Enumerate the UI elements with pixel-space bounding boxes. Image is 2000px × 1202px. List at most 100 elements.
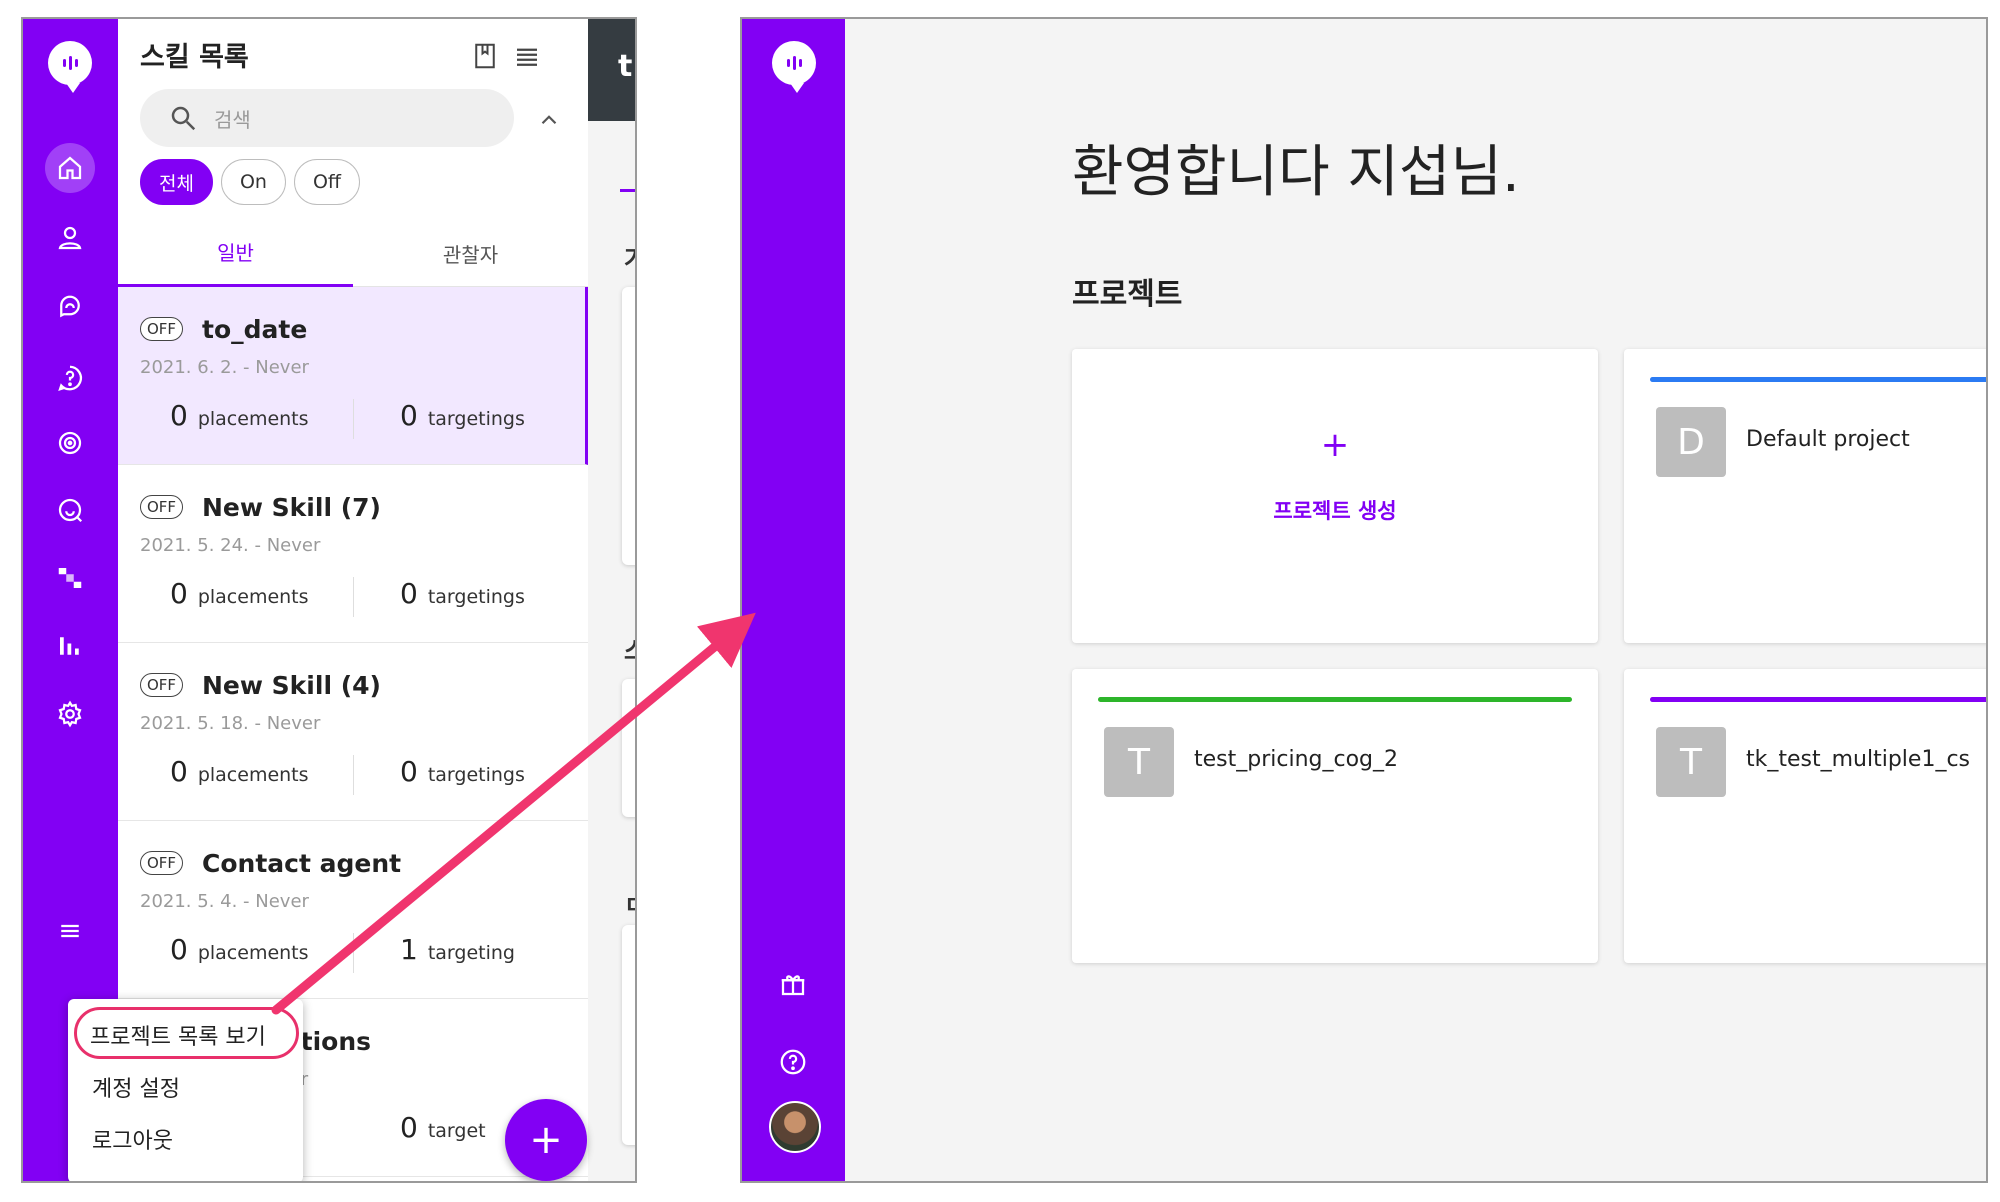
tab-observer[interactable]: 관찰자 [353,219,588,287]
divider [353,933,354,973]
status-badge[interactable]: OFF [140,851,184,875]
account-popup-menu: 프로젝트 목록 보기 계정 설정 로그아웃 [68,999,303,1181]
project-name: Default project [1746,427,1910,452]
targetings-label: targetings [427,764,525,786]
bookmark-icon[interactable] [470,41,500,71]
tab-general[interactable]: 일반 [118,219,353,287]
placements-number: 0 [170,399,188,432]
status-badge[interactable]: OFF [140,495,184,519]
project-avatar: T [1104,727,1174,797]
skill-item[interactable]: OFF Contact agent 2021. 5. 4. - Never 0p… [118,821,588,999]
targetings-count: 0 targetings [400,399,525,432]
placements-number: 0 [170,577,188,610]
target-icon[interactable] [45,418,95,468]
skill-name: to_date [202,315,308,344]
app-logo-icon[interactable] [772,41,816,93]
placements-label: placements [197,764,309,786]
menu-hamburger-icon[interactable] [45,906,95,956]
targetings-label: targeting [427,942,515,964]
targetings-number: 0 [400,1111,418,1144]
menu-view-projects[interactable]: 프로젝트 목록 보기 [90,1019,266,1051]
detail-card [622,679,635,817]
filter-all[interactable]: 전체 [140,159,213,205]
left-nav-rail [742,19,845,1181]
help-bubble-icon[interactable] [45,353,95,403]
project-card[interactable]: T tk_test_multiple1_cs [1624,669,1986,963]
divider [353,399,354,439]
chat-bubbles-icon[interactable] [45,283,95,333]
targetings-count: 0 targetings [400,755,525,788]
chevron-up-icon[interactable] [536,107,562,133]
skill-item[interactable]: OFF to_date 2021. 6. 2. - Never 0 placeme… [118,287,588,465]
skill-name: Contact agent [202,849,402,878]
search-placeholder: 검색 [214,107,251,132]
placements-label: placements [197,942,309,964]
skill-list-screenshot: 스킬 목록 검색 전체 On Off 일반 관찰자 OFF to_date 20… [21,17,637,1183]
placements-count: 0 placements [170,399,309,432]
project-color-bar [1650,697,1986,702]
project-card[interactable]: D Default project [1624,349,1986,643]
status-badge[interactable]: OFF [140,317,184,341]
project-card[interactable]: T test_pricing_cog_2 [1072,669,1598,963]
project-avatar: D [1656,407,1726,477]
skill-date: 2021. 5. 18. - Never [140,713,321,734]
status-filter: 전체 On Off [140,159,361,205]
detail-header: t [588,19,635,121]
analytics-icon[interactable] [45,621,95,671]
menu-logout[interactable]: 로그아웃 [92,1123,173,1155]
targetings-label: target [427,1120,486,1142]
placements-count: 0 placements [170,933,309,966]
flow-icon[interactable] [45,553,95,603]
section-label-fragment: 스 [624,631,635,666]
project-avatar: T [1656,727,1726,797]
user-icon[interactable] [45,213,95,263]
status-badge[interactable]: OFF [140,673,184,697]
placements-number: 0 [170,755,188,788]
list-menu-icon[interactable] [512,41,542,71]
panel-title: 스킬 목록 [140,42,249,73]
help-icon[interactable] [768,1037,818,1087]
create-project-label: 프로젝트 생성 [1273,499,1397,523]
placements-count: 0 placements [170,577,309,610]
create-project-card[interactable]: + 프로젝트 생성 [1072,349,1598,643]
chat-smile-icon[interactable] [45,485,95,535]
project-color-bar [1650,377,1986,382]
add-skill-button[interactable]: + [505,1099,587,1181]
targetings-count: 1 targeting [400,933,515,966]
menu-account-settings[interactable]: 계정 설정 [92,1071,180,1103]
home-icon[interactable] [45,143,95,193]
search-icon [171,106,196,131]
skill-date: 2021. 5. 24. - Never [140,535,321,556]
placements-label: placements [197,586,309,608]
placements-label: placements [197,408,309,430]
skill-item[interactable]: OFF New Skill (7) 2021. 5. 24. - Never 0… [118,465,588,643]
user-avatar[interactable] [769,1101,821,1153]
app-logo-icon[interactable] [48,41,92,93]
search-input[interactable]: 검색 [140,89,514,147]
settings-gear-icon[interactable] [45,689,95,739]
skill-tabs: 일반 관찰자 [118,219,588,287]
placements-number: 0 [170,933,188,966]
section-label-fragment: 가 [624,239,635,274]
placements-count: 0 placements [170,755,309,788]
detail-title-fragment: t [618,49,633,84]
divider [353,577,354,617]
project-name: tk_test_multiple1_cs [1746,747,1971,772]
detail-card [622,925,635,1145]
skill-name: New Skill (4) [202,671,381,700]
targetings-label: targetings [427,586,525,608]
gift-icon[interactable] [768,959,818,1009]
projects-section-title: 프로젝트 [1072,277,1183,312]
targetings-count: 0 target [400,1111,486,1144]
detail-panel-peek: t 가 스 ㅁ [588,19,635,1181]
filter-off[interactable]: Off [293,159,361,205]
filter-on[interactable]: On [220,159,286,205]
welcome-heading: 환영합니다 지섭님. [1072,140,1520,205]
section-label-fragment: ㅁ [624,885,635,920]
skill-item[interactable]: OFF New Skill (4) 2021. 5. 18. - Never 0… [118,643,588,821]
projects-screenshot: 환영합니다 지섭님. 프로젝트 + 프로젝트 생성 D Default proj… [740,17,1988,1183]
detail-card [622,287,635,565]
targetings-number: 1 [400,933,418,966]
targetings-label: targetings [427,408,525,430]
targetings-number: 0 [400,399,418,432]
